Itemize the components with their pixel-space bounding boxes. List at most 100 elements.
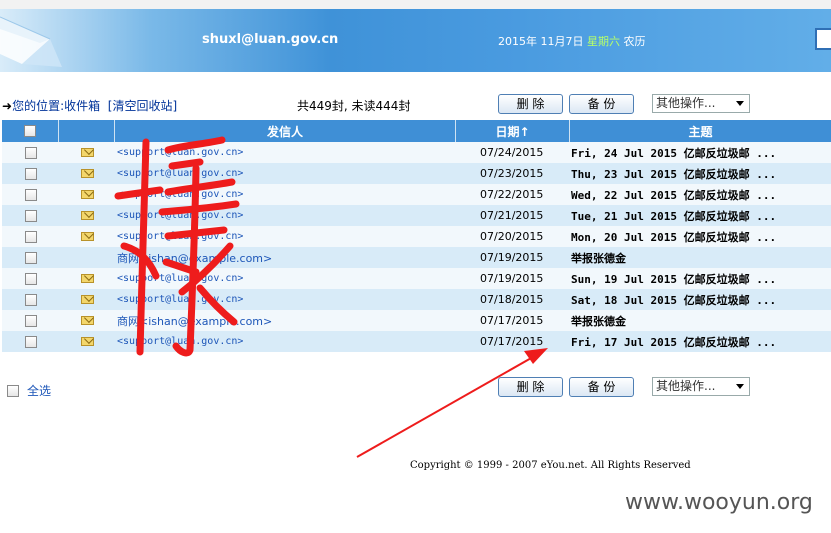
row-checkbox[interactable] bbox=[24, 230, 37, 243]
row-checkbox[interactable] bbox=[24, 209, 37, 222]
row-sender[interactable]: 商网<ishan@example.com> bbox=[115, 310, 456, 331]
column-sender[interactable]: 发信人 bbox=[115, 120, 456, 142]
toolbar-bottom: 删 除 备 份 其他操作... bbox=[0, 377, 831, 399]
row-date: 07/20/2015 bbox=[480, 230, 544, 243]
row-icon-cell bbox=[59, 226, 115, 247]
row-date: 07/19/2015 bbox=[480, 251, 544, 264]
header-banner: shuxl@luan.gov.cn 2015年 11月7日 星期六 农历 bbox=[0, 9, 831, 72]
backup-button[interactable]: 备 份 bbox=[569, 94, 634, 114]
row-sender[interactable]: <support@luan.gov.cn> bbox=[115, 142, 456, 163]
mail-count: 共449封, 未读444封 bbox=[297, 99, 411, 113]
table-row[interactable]: <support@luan.gov.cn> 07/24/2015 Fri, 24 J… bbox=[2, 142, 831, 163]
row-checkbox[interactable] bbox=[24, 188, 37, 201]
row-checkbox-cell bbox=[2, 163, 59, 184]
column-date[interactable]: 日期↑ bbox=[456, 120, 570, 142]
watermark: www.wooyun.org bbox=[625, 490, 813, 515]
table-row[interactable]: <support@luan.gov.cn> 07/17/2015 Fri, 17 J… bbox=[2, 331, 831, 352]
other-ops-select[interactable]: 其他操作... bbox=[652, 94, 750, 113]
table-row[interactable]: <support@luan.gov.cn> 07/21/2015 Tue, 21 J… bbox=[2, 205, 831, 226]
row-sender[interactable]: <support@luan.gov.cn> bbox=[115, 184, 456, 205]
row-checkbox[interactable] bbox=[24, 167, 37, 180]
envelope-icon bbox=[80, 337, 94, 346]
breadcrumb: ➜您的位置:收件箱 [清空回收站] bbox=[2, 97, 177, 114]
lunar-link[interactable]: 农历 bbox=[624, 35, 646, 48]
other-ops-select-bottom[interactable]: 其他操作... bbox=[652, 377, 750, 396]
header-corner-widget[interactable] bbox=[815, 28, 831, 50]
other-ops-value-bottom: 其他操作... bbox=[656, 379, 716, 393]
row-icon-cell bbox=[59, 331, 115, 352]
row-subject[interactable]: Tue, 21 Jul 2015 亿邮反垃圾邮 ... bbox=[570, 205, 831, 226]
row-date: 07/21/2015 bbox=[480, 209, 544, 222]
envelope-icon bbox=[80, 232, 94, 241]
row-date: 07/17/2015 bbox=[480, 314, 544, 327]
row-checkbox-cell bbox=[2, 205, 59, 226]
row-checkbox[interactable] bbox=[24, 146, 37, 159]
row-icon-cell bbox=[59, 184, 115, 205]
table-row[interactable]: <support@luan.gov.cn> 07/22/2015 Wed, 22 J… bbox=[2, 184, 831, 205]
row-date: 07/19/2015 bbox=[480, 272, 544, 285]
envelope-icon bbox=[80, 316, 94, 325]
row-sender[interactable]: <support@luan.gov.cn> bbox=[115, 331, 456, 352]
row-sender[interactable]: <support@luan.gov.cn> bbox=[115, 163, 456, 184]
row-icon-cell bbox=[59, 205, 115, 226]
backup-button-bottom[interactable]: 备 份 bbox=[569, 377, 634, 397]
select-all-checkbox[interactable] bbox=[24, 125, 36, 137]
row-subject[interactable]: Sun, 19 Jul 2015 亿邮反垃圾邮 ... bbox=[570, 268, 831, 289]
row-checkbox[interactable] bbox=[24, 314, 37, 327]
table-row[interactable]: <support@luan.gov.cn> 07/18/2015 Sat, 18 J… bbox=[2, 289, 831, 310]
envelope-icon bbox=[80, 169, 94, 178]
header-select-cell bbox=[2, 120, 59, 142]
row-subject[interactable]: Mon, 20 Jul 2015 亿邮反垃圾邮 ... bbox=[570, 226, 831, 247]
row-icon-cell bbox=[59, 289, 115, 310]
row-subject[interactable]: Fri, 17 Jul 2015 亿邮反垃圾邮 ... bbox=[570, 331, 831, 352]
row-sender[interactable]: 商网<ishan@example.com> bbox=[115, 247, 456, 268]
table-row[interactable]: 商网<ishan@example.com> 07/19/2015 举报张德金 bbox=[2, 247, 831, 268]
header-icon-cell bbox=[59, 120, 115, 142]
row-icon-cell bbox=[59, 310, 115, 331]
date-text: 2015年 11月7日 bbox=[498, 35, 584, 48]
other-ops-value: 其他操作... bbox=[656, 96, 716, 110]
row-subject[interactable]: Fri, 24 Jul 2015 亿邮反垃圾邮 ... bbox=[570, 142, 831, 163]
mail-table: 发信人 日期↑ 主题 <support@luan.gov.cn> 07/24/20… bbox=[2, 120, 831, 352]
row-checkbox[interactable] bbox=[24, 251, 37, 264]
envelope-icon bbox=[80, 274, 94, 283]
table-row[interactable]: <support@luan.gov.cn> 07/20/2015 Mon, 20 J… bbox=[2, 226, 831, 247]
row-sender[interactable]: <support@luan.gov.cn> bbox=[115, 268, 456, 289]
table-row[interactable]: 商网<ishan@example.com> 07/17/2015 举报张德金 bbox=[2, 310, 831, 331]
table-row[interactable]: <support@luan.gov.cn> 07/23/2015 Thu, 23 J… bbox=[2, 163, 831, 184]
location-inbox-link[interactable]: 收件箱 bbox=[64, 99, 100, 113]
row-checkbox[interactable] bbox=[24, 272, 37, 285]
row-subject[interactable]: Sat, 18 Jul 2015 亿邮反垃圾邮 ... bbox=[570, 289, 831, 310]
empty-recycle-link[interactable]: [清空回收站] bbox=[108, 99, 177, 113]
row-checkbox-cell bbox=[2, 310, 59, 331]
row-checkbox-cell bbox=[2, 289, 59, 310]
copyright: Copyright © 1999 - 2007 eYou.net. All Ri… bbox=[410, 460, 691, 471]
row-icon-cell bbox=[59, 268, 115, 289]
row-subject[interactable]: Thu, 23 Jul 2015 亿邮反垃圾邮 ... bbox=[570, 163, 831, 184]
row-checkbox-cell bbox=[2, 226, 59, 247]
delete-button-bottom[interactable]: 删 除 bbox=[498, 377, 563, 397]
table-header: 发信人 日期↑ 主题 bbox=[2, 120, 831, 142]
envelope-icon bbox=[80, 211, 94, 220]
row-checkbox-cell bbox=[2, 268, 59, 289]
row-checkbox-cell bbox=[2, 331, 59, 352]
table-row[interactable]: <support@luan.gov.cn> 07/19/2015 Sun, 19 J… bbox=[2, 268, 831, 289]
row-subject[interactable]: 举报张德金 bbox=[570, 247, 831, 268]
row-icon-cell bbox=[59, 142, 115, 163]
table-body: <support@luan.gov.cn> 07/24/2015 Fri, 24 J… bbox=[2, 142, 831, 352]
row-checkbox-cell bbox=[2, 184, 59, 205]
row-sender[interactable]: <support@luan.gov.cn> bbox=[115, 226, 456, 247]
row-sender[interactable]: <support@luan.gov.cn> bbox=[115, 205, 456, 226]
delete-button[interactable]: 删 除 bbox=[498, 94, 563, 114]
row-checkbox-cell bbox=[2, 142, 59, 163]
row-subject[interactable]: 举报张德金 bbox=[570, 310, 831, 331]
row-checkbox[interactable] bbox=[24, 335, 37, 348]
row-icon-cell bbox=[59, 247, 115, 268]
column-subject[interactable]: 主题 bbox=[570, 120, 831, 142]
row-date: 07/24/2015 bbox=[480, 146, 544, 159]
chevron-down-icon bbox=[736, 101, 744, 106]
row-subject[interactable]: Wed, 22 Jul 2015 亿邮反垃圾邮 ... bbox=[570, 184, 831, 205]
row-sender[interactable]: <support@luan.gov.cn> bbox=[115, 289, 456, 310]
row-icon-cell bbox=[59, 163, 115, 184]
row-checkbox[interactable] bbox=[24, 293, 37, 306]
